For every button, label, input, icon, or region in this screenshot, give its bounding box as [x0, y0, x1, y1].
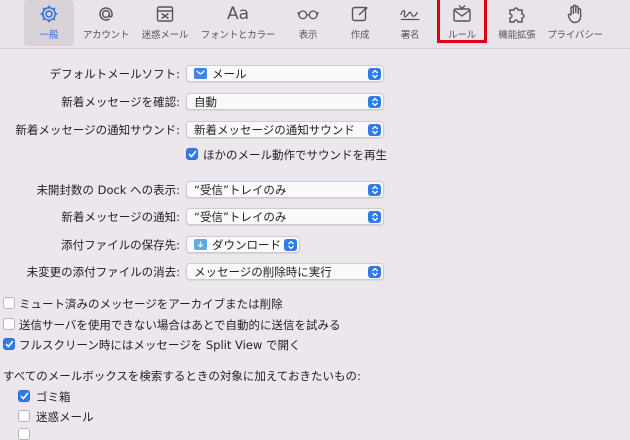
default-mail-popup[interactable]: メール: [186, 65, 384, 82]
chevron-updown-icon: [368, 123, 381, 136]
toolbar-item-privacy[interactable]: プライバシー: [544, 0, 606, 46]
toolbar-item-signatures[interactable]: 署名: [390, 0, 430, 46]
play-other-sounds-checkbox[interactable]: [186, 148, 198, 160]
split-view-label: フルスクリーン時にはメッセージを Split View で開く: [19, 338, 301, 352]
check-new-popup[interactable]: 自動: [186, 93, 384, 110]
toolbar-label: プライバシー: [547, 30, 603, 41]
toolbar-item-junk-mail[interactable]: 迷惑メール: [138, 0, 192, 46]
hand-icon: [563, 3, 587, 25]
toolbar-label: 表示: [298, 30, 318, 41]
downloads-folder-label: 添付ファイルの保存先:: [61, 238, 180, 252]
glasses-icon: [296, 3, 320, 25]
at-sign-icon: [94, 3, 118, 25]
retry-send-checkbox[interactable]: [3, 318, 15, 330]
retry-send-label: 送信サーバを使用できない場合はあとで自動的に送信を試みる: [19, 318, 341, 332]
chevron-updown-icon: [368, 95, 381, 108]
toolbar-item-composing[interactable]: 作成: [340, 0, 380, 46]
include-junk-label: 迷惑メール: [36, 410, 94, 424]
toolbar-label: 機能拡張: [498, 30, 536, 41]
include-trash-label: ゴミ箱: [36, 390, 71, 404]
check-new-label: 新着メッセージを確認:: [61, 95, 180, 109]
dock-unread-label: 未開封数の Dock への表示:: [36, 183, 180, 197]
dock-unread-value: “受信”トレイのみ: [194, 182, 287, 197]
toolbar-label: アカウント: [82, 30, 130, 41]
toolbar-item-viewing[interactable]: 表示: [288, 0, 328, 46]
mail-app-icon: [194, 68, 207, 79]
toolbar-label: 署名: [400, 30, 420, 41]
remove-attachments-popup[interactable]: メッセージの削除時に実行: [186, 263, 384, 280]
archive-muted-label: ミュート済みのメッセージをアーカイブまたは削除: [19, 297, 283, 311]
notify-sound-popup[interactable]: 新着メッセージの通知サウンド: [186, 121, 384, 138]
toolbar-item-accounts[interactable]: アカウント: [80, 0, 132, 46]
toolbar-label: フォントとカラー: [200, 30, 276, 41]
preferences-toolbar: 一般 アカウント 迷惑メール Aa フォントとカラー 表示 作成 署名 ルール …: [0, 0, 630, 49]
downloads-folder-popup[interactable]: ダウンロード: [186, 236, 300, 253]
toolbar-item-fonts-colors[interactable]: Aa フォントとカラー: [198, 0, 278, 46]
chevron-updown-icon: [284, 238, 297, 251]
include-trash-checkbox[interactable]: [18, 390, 30, 402]
toolbar-label: 迷惑メール: [141, 30, 189, 41]
gear-icon: [37, 3, 61, 25]
chevron-updown-icon: [368, 265, 381, 278]
split-view-checkbox[interactable]: [3, 338, 15, 350]
remove-attachments-value: メッセージの削除時に実行: [194, 264, 332, 279]
play-other-sounds-label: ほかのメール動作でサウンドを再生: [203, 148, 387, 162]
include-junk-checkbox[interactable]: [18, 410, 30, 422]
font-icon: Aa: [226, 3, 250, 25]
default-mail-label: デフォルトメールソフト:: [49, 67, 180, 81]
checkmark-icon: [187, 150, 197, 158]
search-section-heading: すべてのメールボックスを検索するときの対象に加えておきたいもの:: [3, 369, 361, 383]
chevron-updown-icon: [368, 210, 381, 223]
toolbar-label: 一般: [39, 30, 59, 41]
new-notifications-label: 新着メッセージの通知:: [61, 210, 180, 224]
check-new-value: 自動: [194, 94, 217, 109]
remove-attachments-label: 未変更の添付ファイルの消去:: [26, 265, 180, 279]
downloads-folder-value: ダウンロード: [212, 237, 281, 252]
checkmark-icon: [4, 340, 14, 348]
new-notifications-popup[interactable]: “受信”トレイのみ: [186, 208, 384, 225]
font-glyph: Aa: [226, 4, 250, 24]
dock-unread-popup[interactable]: “受信”トレイのみ: [186, 181, 384, 198]
new-notifications-value: “受信”トレイのみ: [194, 209, 287, 224]
checkmark-icon: [19, 392, 29, 400]
compose-icon: [348, 3, 372, 25]
junk-mail-icon: [153, 3, 177, 25]
toolbar-item-general[interactable]: 一般: [24, 0, 74, 46]
toolbar-label: 作成: [350, 30, 370, 41]
toolbar-item-extensions[interactable]: 機能拡張: [492, 0, 542, 46]
signature-icon: [398, 3, 422, 25]
notify-sound-label: 新着メッセージの通知サウンド:: [15, 123, 180, 137]
chevron-updown-icon: [368, 183, 381, 196]
archive-muted-checkbox[interactable]: [3, 297, 15, 309]
include-third-checkbox[interactable]: [18, 428, 30, 440]
chevron-updown-icon: [368, 67, 381, 80]
puzzle-piece-icon: [505, 3, 529, 25]
default-mail-value: メール: [212, 66, 247, 81]
rules-highlight-box: [437, 0, 487, 43]
notify-sound-value: 新着メッセージの通知サウンド: [194, 122, 355, 137]
folder-icon: [194, 239, 207, 250]
